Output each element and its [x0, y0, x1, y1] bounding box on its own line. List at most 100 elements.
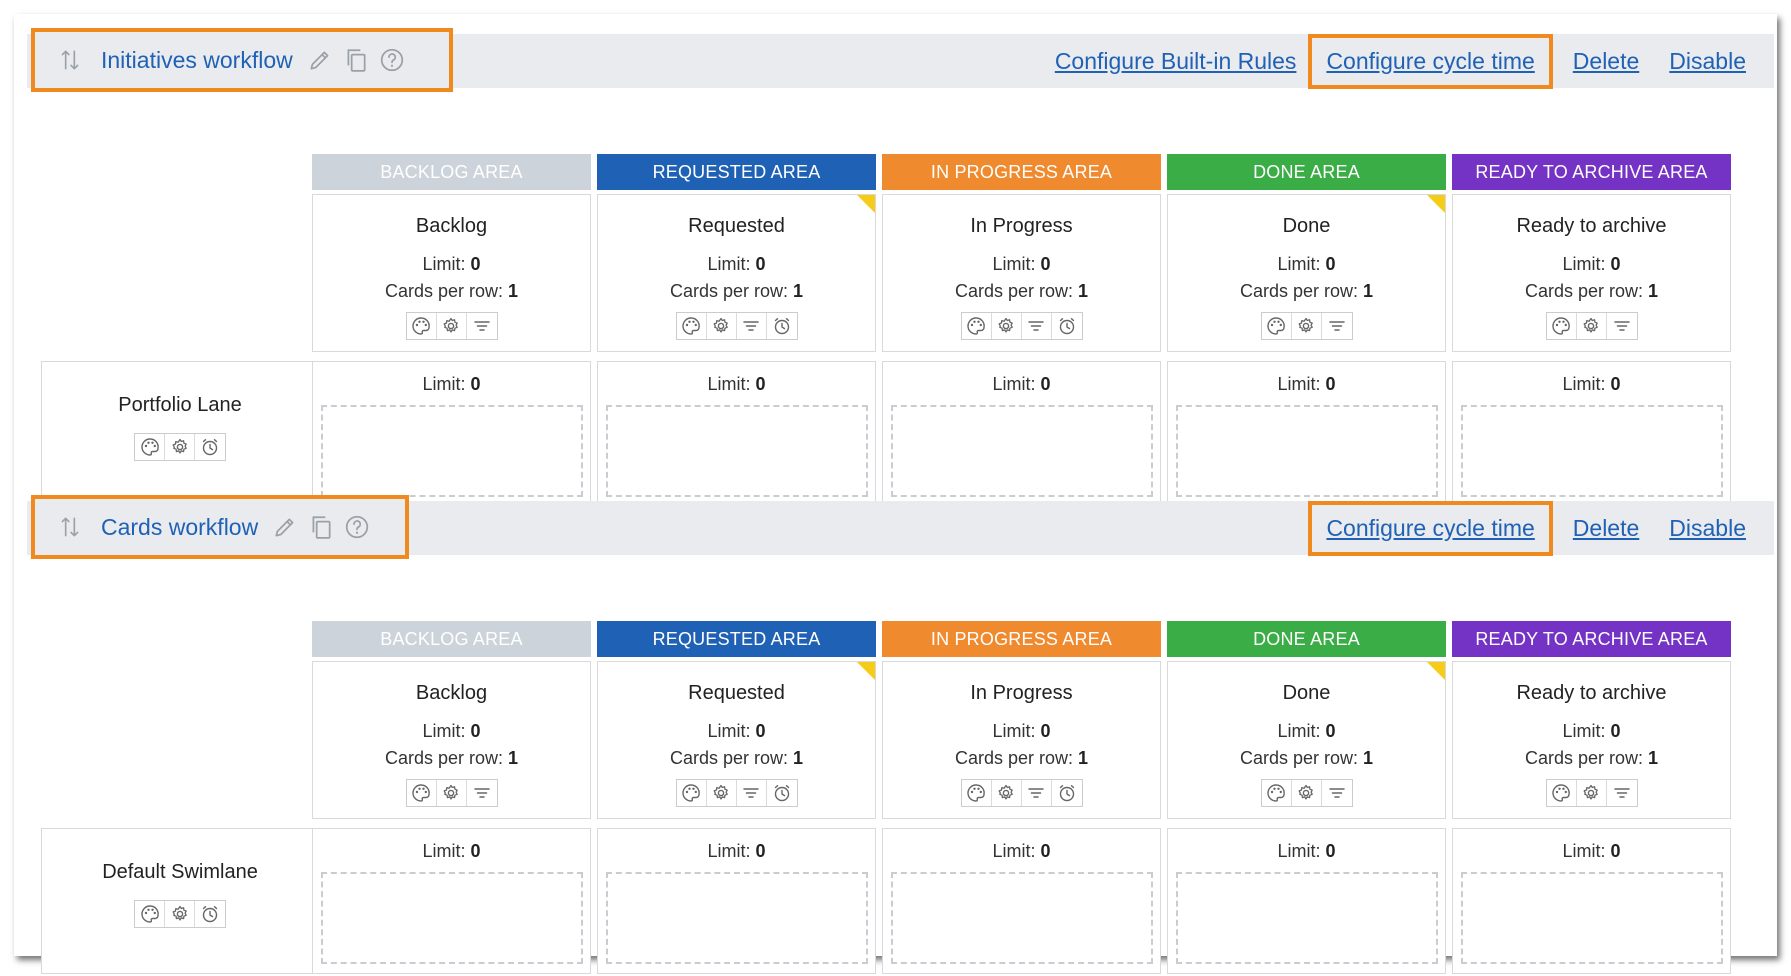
- column-ready-to-archive[interactable]: Ready to archive Limit: 0 Cards per row: 1: [1452, 661, 1731, 819]
- column-requested[interactable]: Requested Limit: 0 Cards per row: 1: [597, 194, 876, 352]
- card-drop-zone[interactable]: [320, 405, 583, 497]
- swimlane-cells: Limit: 0 Limit: 0 Limit: 0 Limit: 0 Limit: 0: [312, 361, 1737, 507]
- column-filter-button[interactable]: [1022, 780, 1052, 806]
- column-timer-button[interactable]: [767, 780, 797, 806]
- column-filter-button[interactable]: [1022, 313, 1052, 339]
- card-drop-zone[interactable]: [1460, 872, 1723, 964]
- lane-color-button[interactable]: [135, 901, 165, 927]
- edit-pencil-icon[interactable]: [307, 47, 333, 73]
- lane-cell-limit: Limit: 0: [1277, 841, 1336, 861]
- column-settings-button[interactable]: [992, 780, 1022, 806]
- help-icon[interactable]: [344, 514, 370, 540]
- column-settings-button[interactable]: [707, 313, 737, 339]
- column-color-icon: [411, 316, 431, 336]
- column-backlog[interactable]: Backlog Limit: 0 Cards per row: 1: [312, 194, 591, 352]
- edit-pencil-icon[interactable]: [272, 514, 298, 540]
- lane-timer-button[interactable]: [195, 901, 225, 927]
- column-color-button[interactable]: [962, 313, 992, 339]
- column-settings-icon: [1296, 783, 1316, 803]
- card-drop-zone[interactable]: [1460, 405, 1723, 497]
- reorder-icon[interactable]: [59, 514, 81, 540]
- column-settings-button[interactable]: [1577, 780, 1607, 806]
- column-color-button[interactable]: [677, 780, 707, 806]
- column-filter-button[interactable]: [737, 313, 767, 339]
- column-filter-button[interactable]: [1607, 780, 1637, 806]
- column-requested[interactable]: Requested Limit: 0 Cards per row: 1: [597, 661, 876, 819]
- card-drop-zone[interactable]: [1175, 405, 1438, 497]
- column-settings-icon: [1581, 316, 1601, 336]
- configure-cycle-time-link[interactable]: Configure cycle time: [1308, 33, 1553, 89]
- copy-icon[interactable]: [308, 514, 334, 540]
- column-filter-button[interactable]: [467, 313, 497, 339]
- card-drop-zone[interactable]: [890, 405, 1153, 497]
- column-timer-icon: [1057, 783, 1077, 803]
- help-icon[interactable]: [379, 47, 405, 73]
- column-color-button[interactable]: [407, 313, 437, 339]
- column-color-button[interactable]: [1262, 313, 1292, 339]
- column-ready-to-archive[interactable]: Ready to archive Limit: 0 Cards per row: 1: [1452, 194, 1731, 352]
- disable-workflow-link[interactable]: Disable: [1669, 515, 1746, 542]
- column-limit: Limit: 0: [707, 721, 766, 741]
- card-drop-zone[interactable]: [605, 405, 868, 497]
- column-in-progress[interactable]: In Progress Limit: 0 Cards per row: 1: [882, 194, 1161, 352]
- card-drop-zone[interactable]: [605, 872, 868, 964]
- column-backlog[interactable]: Backlog Limit: 0 Cards per row: 1: [312, 661, 591, 819]
- lane-timer-button[interactable]: [195, 434, 225, 460]
- lane-settings-button[interactable]: [165, 901, 195, 927]
- column-flag-icon: [857, 195, 875, 213]
- delete-workflow-link[interactable]: Delete: [1573, 48, 1639, 75]
- column-settings-button[interactable]: [437, 780, 467, 806]
- lane-settings-button[interactable]: [165, 434, 195, 460]
- column-cards-per-row: Cards per row: 1: [669, 748, 804, 768]
- lane-color-icon: [140, 437, 160, 457]
- column-settings-button[interactable]: [707, 780, 737, 806]
- column-cards-per-row: Cards per row: 1: [954, 748, 1089, 768]
- column-filter-button[interactable]: [737, 780, 767, 806]
- column-color-button[interactable]: [1547, 780, 1577, 806]
- swimlane-header[interactable]: Portfolio Lane: [41, 361, 319, 507]
- swimlane-toolbar: [134, 433, 226, 461]
- column-cards-per-row: Cards per row: 1: [1524, 748, 1659, 768]
- workflow-title[interactable]: Cards workflow: [101, 514, 258, 541]
- card-drop-zone[interactable]: [1175, 872, 1438, 964]
- column-filter-icon: [1612, 783, 1632, 803]
- card-drop-zone[interactable]: [320, 872, 583, 964]
- copy-icon[interactable]: [343, 47, 369, 73]
- column-settings-button[interactable]: [992, 313, 1022, 339]
- column-done[interactable]: Done Limit: 0 Cards per row: 1: [1167, 661, 1446, 819]
- column-filter-button[interactable]: [467, 780, 497, 806]
- column-timer-button[interactable]: [1052, 780, 1082, 806]
- column-settings-button[interactable]: [1292, 780, 1322, 806]
- ready-to-archive-area-header: READY TO ARCHIVE AREA: [1452, 621, 1731, 657]
- column-timer-button[interactable]: [767, 313, 797, 339]
- swimlane-header[interactable]: Default Swimlane: [41, 828, 319, 974]
- delete-workflow-link[interactable]: Delete: [1573, 515, 1639, 542]
- column-filter-button[interactable]: [1322, 780, 1352, 806]
- column-filter-icon: [1026, 316, 1046, 336]
- reorder-icon[interactable]: [59, 47, 81, 73]
- workflow-title[interactable]: Initiatives workflow: [101, 47, 293, 74]
- column-timer-button[interactable]: [1052, 313, 1082, 339]
- column-name: Done: [1282, 682, 1331, 704]
- column-color-button[interactable]: [1262, 780, 1292, 806]
- disable-workflow-link[interactable]: Disable: [1669, 48, 1746, 75]
- column-settings-button[interactable]: [437, 313, 467, 339]
- column-color-button[interactable]: [677, 313, 707, 339]
- column-done[interactable]: Done Limit: 0 Cards per row: 1: [1167, 194, 1446, 352]
- column-settings-button[interactable]: [1292, 313, 1322, 339]
- column-color-button[interactable]: [1547, 313, 1577, 339]
- column-name: Requested: [688, 682, 785, 704]
- card-drop-zone[interactable]: [890, 872, 1153, 964]
- column-filter-button[interactable]: [1322, 313, 1352, 339]
- column-color-button[interactable]: [962, 780, 992, 806]
- configure-cycle-time-link[interactable]: Configure cycle time: [1308, 500, 1553, 556]
- lane-color-button[interactable]: [135, 434, 165, 460]
- column-color-button[interactable]: [407, 780, 437, 806]
- lane-timer-icon: [200, 904, 220, 924]
- column-settings-button[interactable]: [1577, 313, 1607, 339]
- column-flag-icon: [1427, 662, 1445, 680]
- column-filter-icon: [1612, 316, 1632, 336]
- configure-built-in-rules-link[interactable]: Configure Built-in Rules: [1055, 48, 1297, 75]
- column-in-progress[interactable]: In Progress Limit: 0 Cards per row: 1: [882, 661, 1161, 819]
- column-filter-button[interactable]: [1607, 313, 1637, 339]
